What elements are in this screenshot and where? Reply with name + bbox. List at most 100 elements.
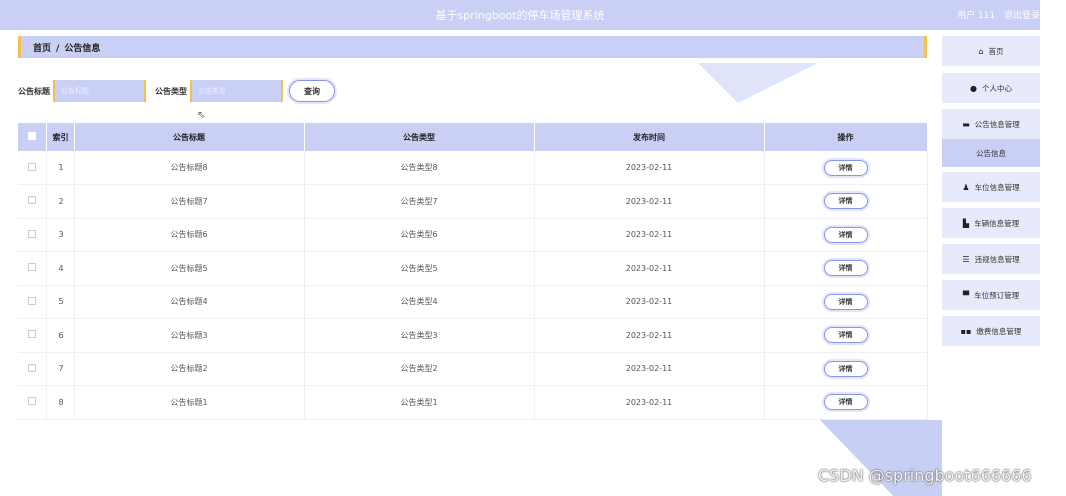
row-type: 公告类型8: [304, 151, 535, 185]
detail-button[interactable]: 详情: [823, 394, 868, 411]
sidebar-item-profile[interactable]: ● 个人中心: [942, 73, 1040, 103]
sidebar-item-payments[interactable]: ▪▪ 缴费信息管理: [942, 316, 1040, 346]
row-checkbox-cell[interactable]: [18, 385, 47, 420]
row-checkbox-cell[interactable]: [18, 251, 47, 286]
row-type: 公告类型6: [304, 218, 535, 252]
chart-icon: ▙: [962, 218, 970, 228]
row-actions: 详情: [764, 218, 928, 252]
user-icon: ●: [970, 83, 977, 93]
row-type: 公告类型1: [304, 385, 535, 420]
row-index: 4: [46, 251, 75, 286]
row-checkbox[interactable]: [27, 296, 36, 305]
table-row: 3 公告标题6 公告类型6 2023-02-11 详情: [18, 218, 928, 252]
row-type: 公告类型4: [304, 285, 535, 319]
row-index: 7: [46, 352, 75, 386]
row-title: 公告标题3: [74, 318, 305, 353]
row-title: 公告标题2: [74, 352, 305, 386]
decorative-triangle-top: [698, 63, 818, 123]
row-checkbox[interactable]: [27, 330, 36, 339]
detail-button[interactable]: 详情: [823, 360, 868, 377]
row-date: 2023-02-11: [534, 151, 765, 185]
row-type: 公告类型2: [304, 352, 535, 386]
table-header-row: 索引 公告标题 公告类型 发布时间 操作: [18, 123, 928, 151]
watermark-text: CSDN @springboot666666: [818, 466, 1032, 485]
sidebar-item-announcements[interactable]: ▬ 公告信息管理: [942, 109, 1040, 139]
sidebar-item-violations[interactable]: ☰ 违规信息管理: [942, 244, 1040, 274]
row-checkbox-cell[interactable]: [18, 352, 47, 386]
header-actions: 操作: [764, 123, 928, 151]
row-date: 2023-02-11: [534, 318, 765, 353]
row-actions: 详情: [764, 318, 928, 353]
row-actions: 详情: [764, 251, 928, 286]
title-search-label: 公告标题: [18, 86, 50, 96]
title-search-input[interactable]: [53, 80, 146, 102]
sidebar-item-parking-spaces[interactable]: ♟ 车位信息管理: [942, 172, 1040, 202]
row-actions: 详情: [764, 285, 928, 319]
row-checkbox-cell[interactable]: [18, 151, 47, 185]
row-date: 2023-02-11: [534, 218, 765, 252]
sidebar-subitem-announcement-info[interactable]: 公告信息: [942, 139, 1040, 167]
detail-button[interactable]: 详情: [823, 226, 868, 243]
detail-button[interactable]: 详情: [823, 193, 868, 210]
row-title: 公告标题4: [74, 285, 305, 319]
row-date: 2023-02-11: [534, 184, 765, 219]
row-title: 公告标题7: [74, 184, 305, 219]
select-all-checkbox-cell[interactable]: [18, 123, 47, 151]
row-actions: 详情: [764, 151, 928, 185]
detail-button[interactable]: 详情: [823, 260, 868, 277]
top-header: 基于springboot的停车场管理系统 用户 111 退出登录: [0, 0, 1040, 30]
detail-button[interactable]: 详情: [823, 159, 868, 176]
sidebar-item-label: 公告信息管理: [974, 119, 1020, 129]
row-checkbox-cell[interactable]: [18, 184, 47, 219]
sidebar-item-vehicles[interactable]: ▙ 车辆信息管理: [942, 208, 1040, 238]
right-sidebar: ⌂ 首页 ● 个人中心 ▬ 公告信息管理 公告信息 ♟ 车位信息管理 ▙ 车辆信息管理 ☰…: [942, 30, 1040, 496]
row-title: 公告标题1: [74, 385, 305, 420]
row-checkbox[interactable]: [27, 363, 36, 372]
select-all-checkbox[interactable]: [27, 132, 36, 140]
query-button[interactable]: 查询: [289, 80, 335, 102]
row-checkbox[interactable]: [27, 196, 36, 205]
sidebar-item-home[interactable]: ⌂ 首页: [942, 36, 1040, 66]
type-search-input[interactable]: [190, 80, 283, 102]
breadcrumb: 首页 / 公告信息: [18, 36, 927, 58]
breadcrumb-home[interactable]: 首页: [33, 44, 51, 54]
row-checkbox-cell[interactable]: [18, 218, 47, 252]
row-title: 公告标题6: [74, 218, 305, 252]
row-checkbox[interactable]: [27, 263, 36, 272]
table-row: 6 公告标题3 公告类型3 2023-02-11 详情: [18, 318, 928, 353]
announcement-table: 索引 公告标题 公告类型 发布时间 操作 1 公告标题8 公告类型8 2023-02-…: [18, 123, 928, 420]
type-search-label: 公告类型: [155, 86, 187, 96]
row-checkbox[interactable]: [27, 397, 36, 406]
table-row: 8 公告标题1 公告类型1 2023-02-11 详情: [18, 385, 928, 420]
row-checkbox-cell[interactable]: [18, 285, 47, 319]
table-row: 1 公告标题8 公告类型8 2023-02-11 详情: [18, 151, 928, 185]
user-name: 用户 111: [957, 11, 996, 21]
table-row: 2 公告标题7 公告类型7 2023-02-11 详情: [18, 184, 928, 219]
sidebar-item-label: 缴费信息管理: [976, 326, 1022, 336]
sidebar-item-label: 违规信息管理: [974, 254, 1020, 264]
row-checkbox-cell[interactable]: [18, 318, 47, 353]
breadcrumb-current: 公告信息: [64, 44, 101, 54]
logout-link[interactable]: 退出登录: [1004, 11, 1040, 21]
user-area: 用户 111 退出登录: [957, 8, 1040, 21]
row-title: 公告标题5: [74, 251, 305, 286]
grid-icon: ▪▪: [960, 326, 972, 336]
detail-button[interactable]: 详情: [823, 293, 868, 310]
detail-button[interactable]: 详情: [823, 327, 868, 344]
row-checkbox[interactable]: [27, 229, 36, 238]
sidebar-item-reservations[interactable]: ▀ 车位预订管理: [942, 280, 1040, 310]
header-title: 公告标题: [74, 123, 305, 151]
calendar-icon: ▀: [962, 290, 970, 300]
header-type: 公告类型: [304, 123, 535, 151]
row-type: 公告类型3: [304, 318, 535, 353]
mouse-cursor-icon: ⇖: [197, 110, 206, 121]
row-date: 2023-02-11: [534, 285, 765, 319]
table-row: 7 公告标题2 公告类型2 2023-02-11 详情: [18, 352, 928, 386]
row-index: 8: [46, 385, 75, 420]
header-date: 发布时间: [534, 123, 765, 151]
table-row: 5 公告标题4 公告类型4 2023-02-11 详情: [18, 285, 928, 319]
sidebar-item-label: 首页: [988, 46, 1004, 56]
row-checkbox[interactable]: [27, 162, 36, 171]
list-icon: ☰: [962, 254, 970, 264]
breadcrumb-separator: /: [56, 44, 60, 54]
